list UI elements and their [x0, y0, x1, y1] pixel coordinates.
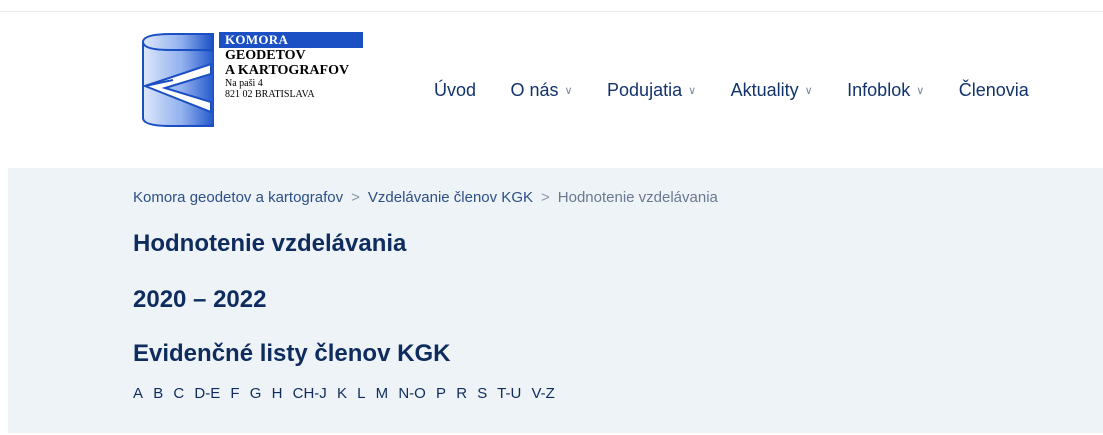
logo-address-1: Na paši 4: [225, 78, 263, 89]
nav-item-label: Úvod: [434, 80, 477, 100]
breadcrumb-current: Hodnotenie vzdelávania: [557, 189, 718, 206]
nav-item-label: Podujatia: [607, 80, 683, 100]
letter-link[interactable]: M: [376, 385, 389, 402]
letter-link[interactable]: V-Z: [531, 385, 554, 402]
letter-link[interactable]: K: [337, 385, 347, 402]
nav-item-uvod[interactable]: Úvod: [434, 78, 476, 102]
breadcrumb-separator: >: [351, 189, 360, 206]
letter-link[interactable]: L: [357, 385, 365, 402]
nav-item-label: Aktuality: [730, 80, 799, 100]
logo-komora-label: KOMORA: [219, 32, 363, 48]
letter-link[interactable]: R: [456, 385, 467, 402]
nav-item-podujatia[interactable]: Podujatia ∨: [607, 78, 696, 105]
nav-item-clenovia[interactable]: Členovia: [959, 78, 1029, 102]
logo-address-2: 821 02 BRATISLAVA: [225, 89, 315, 100]
letter-link[interactable]: S: [477, 385, 487, 402]
letter-link[interactable]: T-U: [497, 385, 521, 402]
alphabet-filter: A B C D-E F G H CH-J K L M N-O P R S T-U…: [133, 385, 561, 402]
breadcrumb-link-home[interactable]: Komora geodetov a kartografov: [133, 189, 343, 206]
letter-link[interactable]: F: [230, 385, 239, 402]
letter-link[interactable]: P: [436, 385, 446, 402]
logo-text: KOMORA GEODETOV A KARTOGRAFOV Na paši 4 …: [219, 32, 363, 100]
letter-link[interactable]: D-E: [194, 385, 220, 402]
letter-link[interactable]: C: [173, 385, 184, 402]
logo-emblem-icon: [142, 33, 214, 127]
logo-line-2: A KARTOGRAFOV: [225, 63, 350, 78]
logo-line-1: GEODETOV: [225, 48, 306, 63]
main-navigation: Úvod O nás ∨ Podujatia ∨ Aktuality ∨ Infobl…: [434, 78, 1059, 106]
chevron-down-icon: ∨: [564, 85, 573, 97]
letter-link[interactable]: G: [250, 385, 262, 402]
breadcrumb-link-vzdelavanie[interactable]: Vzdelávanie členov KGK: [368, 189, 533, 206]
nav-item-label: Členovia: [958, 80, 1029, 100]
letter-link[interactable]: H: [272, 385, 283, 402]
page-title: Hodnotenie vzdelávania: [133, 230, 407, 257]
nav-item-infoblok[interactable]: Infoblok ∨: [847, 78, 924, 105]
chevron-down-icon: ∨: [804, 85, 813, 97]
nav-item-label: Infoblok: [847, 80, 911, 100]
letter-link[interactable]: N-O: [398, 385, 426, 402]
chevron-down-icon: ∨: [916, 85, 925, 97]
letter-link[interactable]: B: [153, 385, 163, 402]
nav-item-aktuality[interactable]: Aktuality ∨: [731, 78, 813, 105]
nav-item-o-nas[interactable]: O nás ∨: [510, 78, 572, 105]
breadcrumb-separator: >: [541, 189, 550, 206]
nav-item-label: O nás: [510, 80, 559, 100]
years-heading: 2020 – 2022: [133, 286, 267, 313]
letter-link[interactable]: A: [133, 385, 143, 402]
evidence-lists-heading: Evidenčné listy členov KGK: [133, 340, 451, 367]
chevron-down-icon: ∨: [688, 85, 697, 97]
site-logo[interactable]: KOMORA GEODETOV A KARTOGRAFOV Na paši 4 …: [133, 30, 363, 136]
letter-link[interactable]: CH-J: [293, 385, 327, 402]
breadcrumb: Komora geodetov a kartografov > Vzdelávani…: [133, 189, 718, 206]
